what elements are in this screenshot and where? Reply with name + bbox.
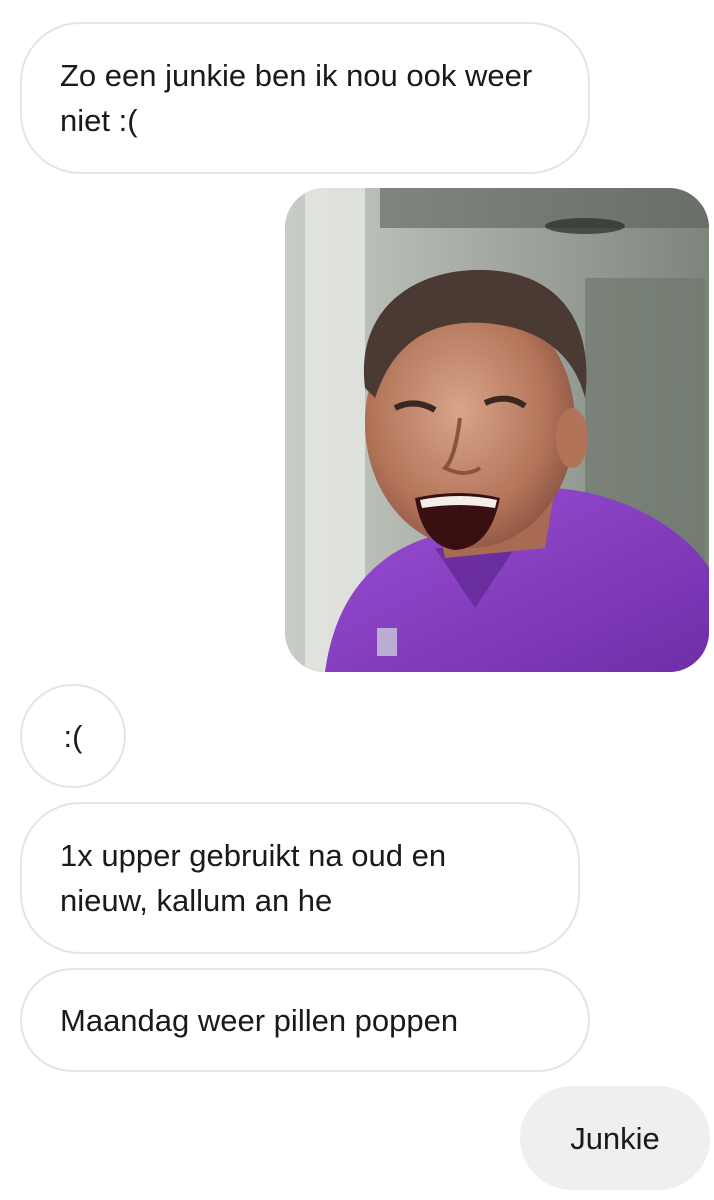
chat-thread: Zo een junkie ben ik nou ook weer niet :… <box>0 0 714 1200</box>
incoming-message-bubble[interactable]: 1x upper gebruikt na oud en nieuw, kallu… <box>20 802 580 954</box>
message-text: Maandag weer pillen poppen <box>60 1002 459 1038</box>
message-text: Junkie <box>570 1120 660 1156</box>
message-text: :( <box>63 718 83 754</box>
sent-image-message[interactable] <box>285 188 709 672</box>
laughing-man-photo <box>285 188 709 672</box>
incoming-message-bubble[interactable]: Zo een junkie ben ik nou ook weer niet :… <box>20 22 590 174</box>
incoming-message-bubble[interactable]: :( <box>20 684 126 788</box>
outgoing-message-bubble[interactable]: Junkie <box>520 1086 710 1190</box>
incoming-message-bubble[interactable]: Maandag weer pillen poppen <box>20 968 590 1072</box>
message-text: 1x upper gebruikt na oud en nieuw, kallu… <box>60 838 447 918</box>
message-text: Zo een junkie ben ik nou ook weer niet :… <box>60 58 533 138</box>
